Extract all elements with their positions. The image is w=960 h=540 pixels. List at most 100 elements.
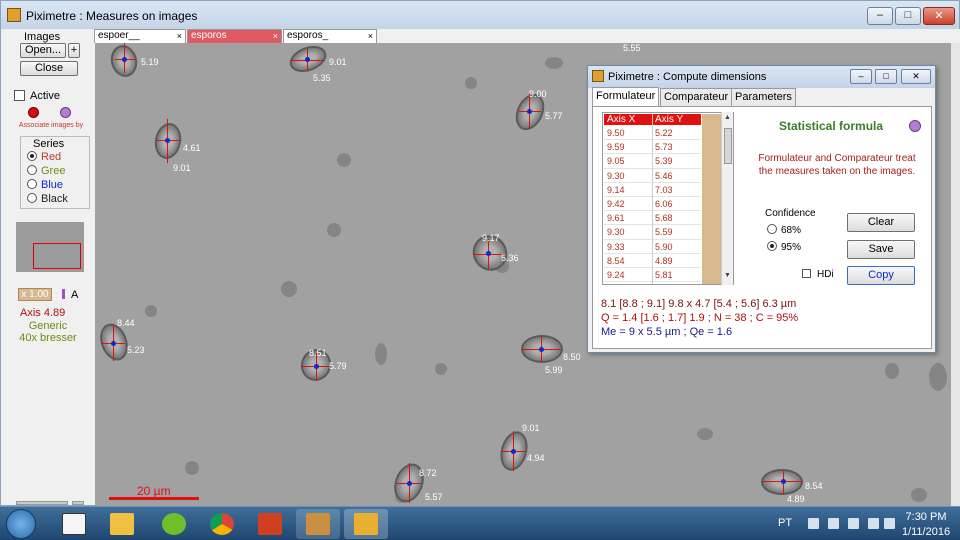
- scrollbar-thumb[interactable]: [724, 128, 732, 164]
- start-button[interactable]: [6, 509, 36, 539]
- clear-button[interactable]: Clear: [847, 213, 915, 232]
- network-icon[interactable]: [868, 518, 879, 529]
- measurement-label: 5.99: [545, 365, 563, 375]
- language-indicator[interactable]: PT: [778, 517, 792, 529]
- confidence-radio-95[interactable]: 95%: [767, 241, 801, 253]
- zoom-readout[interactable]: x 1.00: [18, 288, 52, 301]
- close-image-button[interactable]: Close: [20, 61, 78, 76]
- cell-axis-y: 6.06: [655, 198, 673, 209]
- clock-time[interactable]: 7:30 PM: [896, 511, 956, 523]
- thumbnail-viewport[interactable]: [33, 243, 81, 269]
- scroll-down-icon[interactable]: ▼: [724, 272, 731, 279]
- cell-axis-x: 9.59: [607, 142, 625, 153]
- taskbar-app-321-player[interactable]: [52, 509, 96, 539]
- scale-bar-label: 20 µm: [137, 484, 171, 498]
- canvas-vertical-scrollbar[interactable]: [951, 43, 960, 506]
- dialog-close-button[interactable]: ✕: [901, 69, 931, 84]
- taskbar-app-viewer[interactable]: [296, 509, 340, 539]
- hdi-checkbox[interactable]: [802, 269, 811, 278]
- tab-esporos-alt[interactable]: esporos_ ×: [283, 29, 377, 43]
- clock-date[interactable]: 1/11/2016: [896, 526, 956, 538]
- table-scrollbar[interactable]: ▲ ▼: [721, 112, 733, 285]
- measurement-label: 8.72: [419, 468, 437, 478]
- maximize-button[interactable]: □: [895, 7, 921, 25]
- windows-update-icon[interactable]: [848, 518, 859, 529]
- spore-center: [122, 57, 127, 62]
- tab-close-icon[interactable]: ×: [273, 30, 278, 42]
- taskbar-app-explorer[interactable]: [100, 509, 144, 539]
- open-button[interactable]: Open...: [20, 43, 66, 58]
- cell-axis-x: 9.14: [607, 184, 625, 195]
- title-bar[interactable]: Piximetre : Measures on images – □ ✕: [1, 1, 959, 29]
- measurement-label: 5.79: [329, 361, 347, 371]
- cell-axis-y: 5.39: [655, 156, 673, 167]
- info-icon[interactable]: [909, 120, 921, 132]
- active-checkbox[interactable]: [14, 90, 25, 101]
- dialog-maximize-button[interactable]: □: [875, 69, 897, 84]
- cell-axis-x: 9.30: [607, 227, 625, 238]
- tab-close-icon[interactable]: ×: [368, 30, 373, 42]
- minimize-button[interactable]: –: [867, 7, 893, 25]
- tab-label: espoer__: [98, 30, 140, 41]
- taskbar-app-utorrent[interactable]: [152, 509, 196, 539]
- tab-label: esporos: [191, 30, 227, 41]
- cell-axis-y: 5.59: [655, 227, 673, 238]
- cell-axis-y: 5.68: [655, 213, 673, 224]
- scroll-up-icon[interactable]: ▲: [724, 114, 731, 121]
- tab-comparateur[interactable]: Comparateur: [660, 88, 733, 106]
- panel-scrollbar[interactable]: [16, 501, 68, 505]
- flag-icon[interactable]: [828, 518, 839, 529]
- tab-esporos[interactable]: esporos ×: [187, 29, 282, 43]
- background-spore: [929, 363, 947, 391]
- confidence-radio-68[interactable]: 68%: [767, 224, 801, 236]
- save-button[interactable]: Save: [847, 240, 915, 259]
- dialog-minimize-button[interactable]: –: [850, 69, 872, 84]
- measurement-label: 5.35: [313, 73, 331, 83]
- spore-center: [305, 57, 310, 62]
- measurement-label: 9.01: [522, 423, 540, 433]
- series-radio-black[interactable]: Black: [27, 193, 68, 205]
- copy-button[interactable]: Copy: [847, 266, 915, 285]
- volume-icon[interactable]: [884, 518, 895, 529]
- associate-color-icon[interactable]: [28, 107, 39, 118]
- info-icon[interactable]: [60, 107, 71, 118]
- chrome-icon: [210, 513, 234, 535]
- lens-label: 40x bresser: [19, 332, 77, 344]
- tab-espoer[interactable]: espoer__ ×: [94, 29, 186, 43]
- folder-icon: [110, 513, 134, 535]
- series-radio-green[interactable]: Gree: [27, 165, 65, 177]
- add-image-button[interactable]: +: [68, 43, 80, 58]
- radio-icon: [27, 165, 37, 175]
- cell-axis-y: 5.46: [655, 170, 673, 181]
- measurement-label: 4.89: [787, 494, 805, 504]
- spore-center: [165, 138, 170, 143]
- taskbar-app-camera[interactable]: [248, 509, 292, 539]
- tab-parameters[interactable]: Parameters: [731, 88, 796, 106]
- spore-center: [111, 341, 116, 346]
- microscope-icon: [354, 513, 378, 535]
- image-tab-bar: espoer__ × esporos × esporos_ ×: [94, 29, 960, 43]
- tray-up-arrow-icon[interactable]: [808, 518, 819, 529]
- series-radio-red[interactable]: Red: [27, 151, 61, 163]
- measurement-label: 5.55: [623, 43, 641, 53]
- cell-axis-x: 9.24: [607, 269, 625, 280]
- measurement-label: 8.54: [805, 481, 823, 491]
- taskbar-app-piximetre[interactable]: [344, 509, 388, 539]
- tab-formulateur[interactable]: Formulateur: [592, 87, 660, 106]
- taskbar: PT 7:30 PM 1/11/2016: [0, 506, 960, 540]
- zoom-letter: A: [71, 289, 79, 301]
- spore-center: [539, 347, 544, 352]
- statistical-formula-title: Statistical formula: [779, 119, 884, 133]
- image-thumbnail[interactable]: [16, 222, 84, 272]
- measurements-table[interactable]: Axis X Axis Y 9.50 5.22 9.59 5.73 9.05 5.39 9.…: [602, 112, 734, 285]
- series-radio-blue[interactable]: Blue: [27, 179, 63, 191]
- cell-axis-y: 7.03: [655, 184, 673, 195]
- tab-close-icon[interactable]: ×: [177, 30, 182, 42]
- panel-scroll-arrow[interactable]: [72, 501, 84, 505]
- dialog-title-bar[interactable]: Piximetre : Compute dimensions – □ ✕: [588, 66, 935, 88]
- cell-axis-x: 9.33: [607, 241, 625, 252]
- taskbar-app-chrome[interactable]: [200, 509, 244, 539]
- measurement-label: 8.50: [563, 352, 581, 362]
- close-window-button[interactable]: ✕: [923, 7, 955, 25]
- cell-axis-y: 5.22: [655, 128, 673, 138]
